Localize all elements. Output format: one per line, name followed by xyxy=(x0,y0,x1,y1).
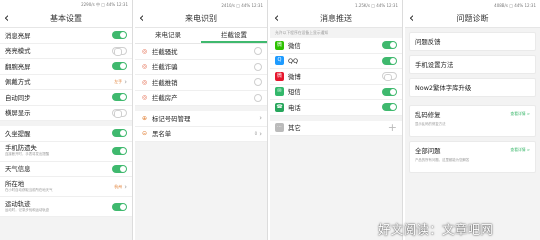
block-row[interactable]: ◎ 拦截诈骗 xyxy=(135,59,267,75)
toggle-switch[interactable] xyxy=(112,93,127,102)
tab-bar: 来电记录 拦截设置 xyxy=(135,28,267,44)
checkbox[interactable] xyxy=(254,78,262,87)
toggle-switch[interactable] xyxy=(112,202,127,211)
setting-row[interactable]: 运动轨迹 运动时，记录步伐和运动轨迹 xyxy=(0,197,132,217)
block-row[interactable]: ◎ 拦截房产 xyxy=(135,90,267,106)
view-details-link[interactable]: 查看详情 > xyxy=(510,147,530,153)
toggle-switch[interactable] xyxy=(382,56,397,65)
status-bar: 2290/s 中 □ 44% 12:31 xyxy=(0,0,132,10)
toggle-switch[interactable] xyxy=(382,41,397,50)
status-bar: 2410/s □ 44% 12:31 xyxy=(135,0,267,10)
block-realestate-icon: ◎ xyxy=(141,94,148,102)
weibo-icon: 微 xyxy=(275,71,284,81)
checkbox[interactable] xyxy=(254,93,262,102)
checkbox[interactable] xyxy=(254,62,262,71)
qq-icon: Q xyxy=(275,56,284,66)
toggle-switch[interactable] xyxy=(112,164,127,173)
card-phone-setup[interactable]: 手机设置方法 xyxy=(409,55,536,74)
setting-row[interactable]: 天气信息 xyxy=(0,161,132,177)
toggle-switch[interactable] xyxy=(112,108,127,118)
checkbox[interactable] xyxy=(254,47,262,56)
app-row[interactable]: Q QQ xyxy=(270,53,402,69)
status-bar: 1.25K/s □ 44% 12:31 xyxy=(270,0,402,10)
screen-diagnostics: 408B/s □ 44% 12:31 ‹ 问题诊断 问题反馈 手机设置方法 No… xyxy=(405,0,540,240)
back-arrow-icon[interactable]: ‹ xyxy=(4,10,9,28)
chevron-right-icon: › xyxy=(124,77,127,86)
app-row[interactable]: 微微信 xyxy=(270,38,402,54)
page-title: 来电识别 xyxy=(185,14,217,23)
sms-icon: ✉ xyxy=(275,87,284,97)
view-details-link[interactable]: 查看详情 > xyxy=(510,111,530,117)
setting-row[interactable]: 自动同步 xyxy=(0,90,132,106)
block-row[interactable]: ◎ 拦截骚扰 xyxy=(135,44,267,60)
card-all-questions[interactable]: 全部问题 产品的所有问题，这里都能为您解答 查看详情 > xyxy=(409,141,536,173)
app-row[interactable]: ☎ 电话 xyxy=(270,100,402,116)
setting-row[interactable]: 消息亮屏 xyxy=(0,28,132,44)
setting-row[interactable]: 久坐提醒 xyxy=(0,126,132,142)
back-arrow-icon[interactable]: ‹ xyxy=(274,10,279,28)
toggle-switch[interactable] xyxy=(382,87,397,96)
card-garbled-fix[interactable]: 乱码修复 显示乱码的修复方法 查看详情 > xyxy=(409,105,536,137)
block-row[interactable]: ◎ 拦截推销 xyxy=(135,75,267,91)
back-arrow-icon[interactable]: ‹ xyxy=(409,10,414,28)
card-feedback[interactable]: 问题反馈 xyxy=(409,32,536,51)
watermark-text: 好文阅读：文章吧网 xyxy=(378,222,494,237)
block-fraud-icon: ◎ xyxy=(141,63,148,71)
page-title: 问题诊断 xyxy=(456,14,489,23)
toggle-switch[interactable] xyxy=(112,147,127,155)
setting-row[interactable]: 所在地 在小时自动获取当前所在地天气 杭州 › xyxy=(0,177,132,197)
title-bar: ‹ 消息推送 xyxy=(270,10,402,28)
toggle-switch[interactable] xyxy=(112,129,127,138)
screen-call-identification: 2410/s □ 44% 12:31 ‹ 来电识别 来电记录 拦截设置 ◎ 拦截骚… xyxy=(135,0,268,240)
status-bar: 408B/s □ 44% 12:31 xyxy=(405,0,540,10)
tag-icon: ⊕ xyxy=(141,114,148,122)
tab-block-settings[interactable]: 拦截设置 xyxy=(201,28,267,43)
title-bar: ‹ 基本设置 xyxy=(0,10,132,28)
toggle-switch[interactable] xyxy=(382,103,397,112)
app-row[interactable]: ✉ 短信 xyxy=(270,84,402,100)
page-title: 消息推送 xyxy=(320,14,352,23)
toggle-switch[interactable] xyxy=(112,31,127,40)
title-bar: ‹ 问题诊断 xyxy=(405,10,540,28)
card-font-upgrade[interactable]: Now2繁体字库升级 xyxy=(409,78,536,97)
toggle-switch[interactable] xyxy=(112,62,127,71)
setting-row[interactable]: 翻腕亮屏 xyxy=(0,59,132,75)
page-title: 基本设置 xyxy=(50,14,82,23)
setting-row[interactable]: 横屏显示 xyxy=(0,105,132,121)
phone-icon: ☎ xyxy=(275,102,284,112)
setting-row[interactable]: 手机防遗失 连接断开时，手表将发出提醒 xyxy=(0,141,132,162)
wechat-icon: 微 xyxy=(275,40,284,50)
screen-message-push: 1.25K/s □ 44% 12:31 ‹ 消息推送 允许以下程序在设备上显示通… xyxy=(270,0,403,240)
toggle-switch[interactable] xyxy=(112,46,127,56)
setting-row[interactable]: 亮亮模式 xyxy=(0,43,132,59)
block-harass-icon: ◎ xyxy=(141,47,148,55)
chevron-right-icon: › xyxy=(124,182,127,191)
other-apps-row[interactable]: ⋯ 其它 + xyxy=(270,120,402,136)
tab-call-log[interactable]: 来电记录 xyxy=(135,28,201,43)
hint-text: 允许以下程序在设备上显示通知 xyxy=(270,28,402,38)
add-icon[interactable]: + xyxy=(388,121,397,134)
app-row[interactable]: 微微博 xyxy=(270,69,402,85)
block-sales-icon: ◎ xyxy=(141,78,148,86)
title-bar: ‹ 来电识别 xyxy=(135,10,267,28)
more-apps-icon: ⋯ xyxy=(275,123,284,133)
menu-row[interactable]: ⊕ 标记号码管理 › xyxy=(135,111,267,127)
setting-row[interactable]: 佩戴方式 左手 › xyxy=(0,74,132,90)
screen-basic-settings: 2290/s 中 □ 44% 12:31 ‹ 基本设置 消息亮屏 亮亮模式 翻腕… xyxy=(0,0,133,240)
chevron-right-icon: › xyxy=(259,114,262,123)
menu-row[interactable]: ⊝ 黑名单 0 › xyxy=(135,126,267,142)
toggle-switch[interactable] xyxy=(382,72,397,82)
back-arrow-icon[interactable]: ‹ xyxy=(139,10,144,28)
blacklist-icon: ⊝ xyxy=(141,130,148,138)
chevron-right-icon: › xyxy=(259,129,262,138)
